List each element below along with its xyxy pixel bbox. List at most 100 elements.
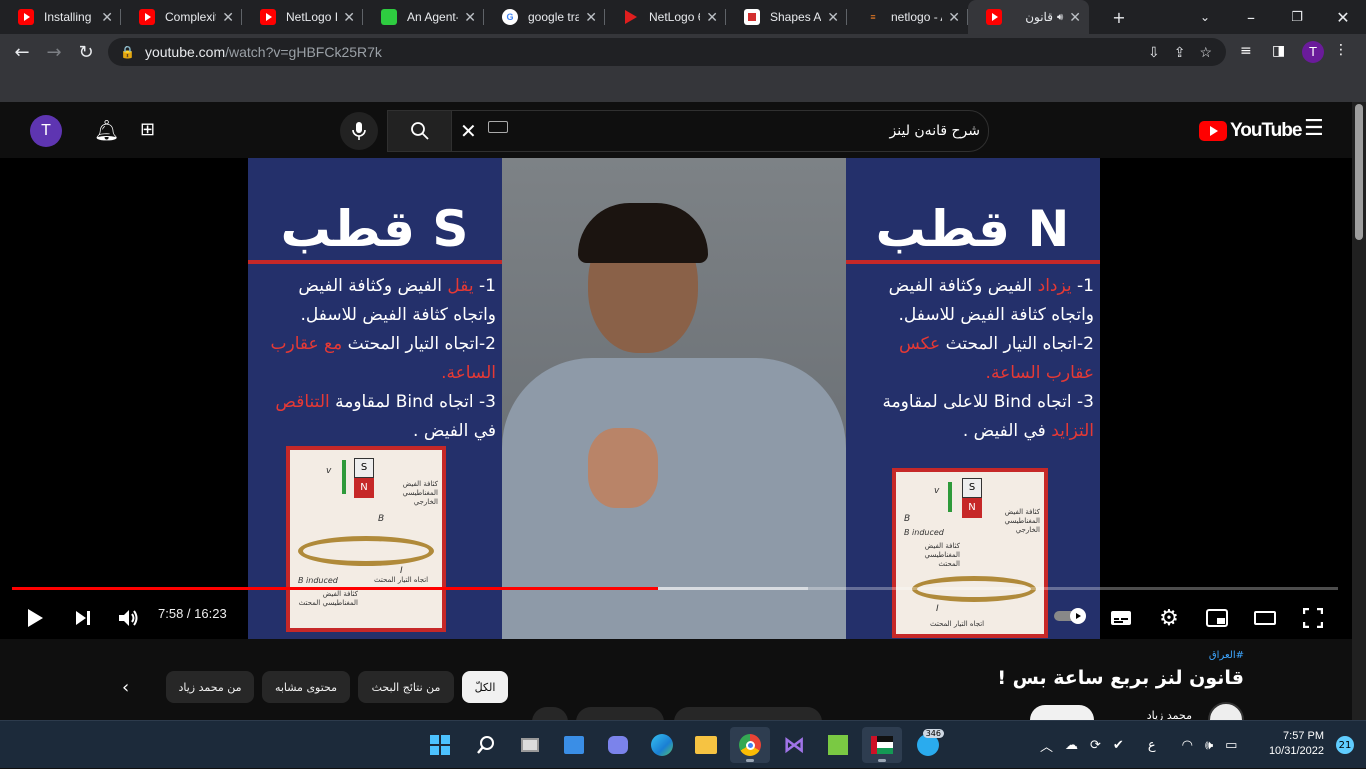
filter-chip[interactable]: من نتائج البحث: [358, 671, 454, 703]
clear-search-icon[interactable]: ✕: [460, 119, 477, 143]
audio-playing-icon[interactable]: 🔊︎: [1057, 12, 1063, 23]
widgets-button[interactable]: [554, 727, 594, 763]
like-pill-button[interactable]: [674, 707, 822, 720]
account-avatar[interactable]: T: [30, 115, 62, 147]
guide-menu-icon[interactable]: ☰: [1304, 116, 1324, 141]
close-tab-icon[interactable]: ✕: [101, 9, 113, 26]
taskbar-search[interactable]: [466, 727, 506, 763]
youtube-logo[interactable]: YouTube: [1199, 120, 1302, 142]
telegram-button[interactable]: 346: [908, 727, 948, 763]
close-tab-icon[interactable]: ✕: [948, 9, 960, 26]
browser-tab[interactable]: An Agent- ✕: [363, 0, 484, 34]
browser-tab[interactable]: ≡ netlogo - A ✕: [847, 0, 968, 34]
lock-icon: 🔒: [120, 45, 135, 59]
wifi-icon[interactable]: ◠: [1182, 738, 1193, 753]
sync-icon[interactable]: ⟳: [1090, 738, 1101, 753]
keyboard-icon[interactable]: [488, 121, 508, 133]
reload-button[interactable]: ↻: [70, 36, 102, 68]
filter-chip[interactable]: من محمد زياد: [166, 671, 254, 703]
filter-chip[interactable]: محتوى مشابه: [262, 671, 350, 703]
channel-avatar[interactable]: [1208, 702, 1244, 720]
page-scrollbar[interactable]: [1352, 102, 1366, 720]
channel-name[interactable]: محمد زياد: [1147, 709, 1192, 720]
notifications-bell-icon[interactable]: 🔔︎: [94, 118, 119, 142]
scrollbar-thumb[interactable]: [1355, 104, 1363, 240]
visual-studio-button[interactable]: ⋈: [774, 727, 814, 763]
app-button[interactable]: [862, 727, 902, 763]
start-button[interactable]: [420, 727, 460, 763]
side-panel-icon[interactable]: ◨: [1272, 43, 1285, 59]
minimize-button[interactable]: –: [1228, 0, 1274, 34]
current-label: I: [400, 566, 403, 576]
line-text: الفيض وكثافة الفيض: [298, 276, 448, 296]
chrome-button[interactable]: [730, 727, 770, 763]
more-actions-button[interactable]: [532, 707, 568, 720]
video-player[interactable]: قطب S 1- يقل الفيض وكثافة الفيض واتجاه كث…: [0, 158, 1352, 639]
netlogo-button[interactable]: [818, 727, 858, 763]
search-button[interactable]: [388, 111, 452, 151]
browser-tab[interactable]: NetLogo Ir ✕: [242, 0, 363, 34]
address-toolbar: ← → ↻ 🔒 youtube.com/watch?v=gHBFCk25R7k …: [0, 34, 1366, 70]
settings-button[interactable]: ⚙: [1156, 605, 1182, 631]
miniplayer-button[interactable]: [1204, 605, 1230, 631]
system-clock[interactable]: 7:57 PM 10/31/2022: [1269, 729, 1324, 759]
back-button[interactable]: ←: [6, 36, 38, 68]
mute-button[interactable]: [116, 605, 142, 631]
browser-tab[interactable]: Complexity ✕: [121, 0, 242, 34]
search-input[interactable]: شرح قانەن لينز: [890, 111, 980, 151]
security-icon[interactable]: ✔: [1113, 738, 1124, 753]
close-tab-icon[interactable]: ✕: [706, 9, 718, 26]
play-button[interactable]: [22, 605, 48, 631]
install-app-icon[interactable]: ⇩: [1148, 44, 1160, 61]
close-tab-icon[interactable]: ✕: [464, 9, 476, 26]
edge-button[interactable]: [642, 727, 682, 763]
menu-kebab-icon[interactable]: ⋮: [1334, 42, 1348, 58]
new-tab-button[interactable]: +: [1096, 0, 1142, 34]
forward-button[interactable]: →: [38, 36, 70, 68]
browser-tab[interactable]: قانون 🔊︎ ✕: [968, 0, 1089, 34]
chevron-up-icon[interactable]: ︿: [1040, 736, 1053, 755]
chevron-left-icon[interactable]: ‹: [122, 677, 129, 698]
create-video-icon[interactable]: ⊞: [140, 119, 155, 140]
omnibox[interactable]: 🔒 youtube.com/watch?v=gHBFCk25R7k ⇩ ⇪ ☆: [108, 38, 1226, 66]
voice-search-button[interactable]: [340, 112, 378, 150]
subscribe-button[interactable]: [1030, 705, 1094, 720]
video-progress-bar[interactable]: [12, 587, 1338, 590]
line-highlight: مع عقارب: [270, 334, 343, 354]
input-language[interactable]: ع: [1148, 738, 1156, 753]
close-tab-icon[interactable]: ✕: [343, 9, 355, 26]
current-label: I: [936, 604, 939, 614]
close-tab-icon[interactable]: ✕: [222, 9, 234, 26]
bookmark-star-icon[interactable]: ☆: [1199, 44, 1212, 61]
speaker-icon[interactable]: 🕪︎: [1205, 738, 1213, 753]
browser-tab[interactable]: NetLogo 6 ✕: [605, 0, 726, 34]
teams-chat-button[interactable]: [598, 727, 638, 763]
browser-tab[interactable]: Ggoogle tra ✕: [484, 0, 605, 34]
close-tab-icon[interactable]: ✕: [585, 9, 597, 26]
browser-tab[interactable]: Installing J ✕: [0, 0, 121, 34]
close-tab-icon[interactable]: ✕: [1069, 9, 1081, 26]
hashtag-link[interactable]: #العراق: [1209, 650, 1244, 661]
line-highlight: عكس: [899, 334, 941, 354]
notification-badge[interactable]: 21: [1336, 736, 1354, 754]
onedrive-icon[interactable]: ☁: [1065, 738, 1078, 753]
file-explorer-button[interactable]: [686, 727, 726, 763]
browser-tab[interactable]: Shapes An ✕: [726, 0, 847, 34]
tab-search-button[interactable]: ⌄: [1182, 0, 1228, 34]
media-control-icon[interactable]: ≡: [1240, 43, 1252, 59]
close-tab-icon[interactable]: ✕: [827, 9, 839, 26]
filter-chip[interactable]: الكلّ: [462, 671, 508, 703]
share-pill-button[interactable]: [576, 707, 664, 720]
autoplay-toggle[interactable]: [1054, 608, 1088, 624]
profile-avatar[interactable]: T: [1302, 41, 1324, 63]
battery-icon[interactable]: ▭: [1225, 738, 1237, 753]
next-video-button[interactable]: [70, 605, 96, 631]
fullscreen-button[interactable]: [1300, 605, 1326, 631]
restore-button[interactable]: ❐: [1274, 0, 1320, 34]
subtitles-button[interactable]: [1108, 605, 1134, 631]
theater-mode-button[interactable]: [1252, 605, 1278, 631]
velocity-label: v: [326, 466, 332, 476]
task-view-button[interactable]: [510, 727, 550, 763]
close-window-button[interactable]: ✕: [1320, 0, 1366, 34]
share-icon[interactable]: ⇪: [1174, 44, 1186, 61]
